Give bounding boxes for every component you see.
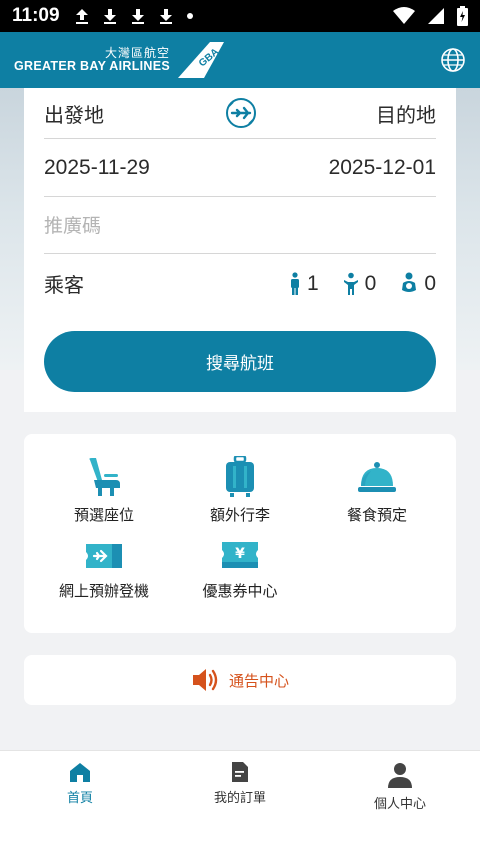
nav-label: 首頁 [66,791,93,806]
download-icon [159,9,172,24]
dot-icon [186,13,193,19]
nav-my-orders[interactable]: 我的訂單 [180,761,300,806]
app-header: 大灣區航空 GREATER BAY AIRLINES GBA [0,32,480,88]
upload-icon [75,9,88,24]
signal-icon [428,8,444,24]
service-label: 額外行李 [209,506,270,524]
coupon-center-item[interactable]: ¥ 優惠券中心 [175,538,305,601]
promo-row [44,198,436,254]
airline-logo: 大灣區航空 GREATER BAY AIRLINES GBA [14,40,226,80]
child-count[interactable]: 0 [343,271,377,296]
destination-field[interactable]: 目的地 [376,99,436,128]
coupon-icon: ¥ [222,542,258,568]
nav-label: 我的訂單 [213,791,266,806]
dates-row: 2025-11-29 2025-12-01 [44,140,436,197]
wifi-icon [393,7,415,24]
home-icon [70,763,90,782]
nav-profile[interactable]: 個人中心 [340,761,460,812]
nav-label: 個人中心 [373,797,426,812]
document-icon [232,762,248,782]
status-time: 11:09 [12,5,60,26]
service-label: 優惠券中心 [202,582,278,600]
infant-count-value: 0 [424,271,436,295]
seat-selection-item[interactable]: 預選座位 [39,456,169,525]
svg-text:¥: ¥ [235,546,245,562]
swap-route-icon[interactable] [224,96,258,130]
battery-icon [457,6,468,26]
logo-chinese-name: 大灣區航空 [105,45,171,60]
logo-tail-icon: GBA [178,42,225,78]
adult-count-value: 1 [306,271,319,295]
meal-booking-item[interactable]: 餐食預定 [312,456,442,525]
nav-home[interactable]: 首頁 [20,761,140,806]
luggage-icon [226,456,254,497]
search-flights-button[interactable]: 搜尋航班 [44,331,436,392]
child-count-value: 0 [364,271,377,295]
infant-count[interactable]: 0 [400,272,436,296]
seat-icon [89,458,120,496]
speaker-icon [192,669,218,691]
depart-date-field[interactable]: 2025-11-29 [44,156,150,180]
notice-center-button[interactable]: 通告中心 [24,655,456,705]
meal-cloche-icon [358,462,396,492]
notice-label: 通告中心 [228,671,289,690]
download-icon [131,9,144,24]
globe-icon[interactable] [440,47,466,73]
adult-count[interactable]: 1 [289,272,319,296]
promo-code-input[interactable] [44,214,436,237]
extra-baggage-item[interactable]: 額外行李 [175,456,305,525]
service-label: 網上預辦登機 [58,582,149,600]
origin-field[interactable]: 出發地 [44,99,104,128]
route-row: 出發地 目的地 [44,88,436,139]
child-icon [343,272,358,295]
service-label: 預選座位 [73,506,134,524]
download-icon [103,9,116,24]
services-card: 預選座位 額外行李 餐食預定 網上預辦登機 ¥ 優惠券中心 [24,434,456,633]
logo-english-name: GREATER BAY AIRLINES [14,58,171,73]
boarding-ticket-icon [86,544,122,568]
flight-search-card: 出發地 目的地 2025-11-29 2025-12-01 乘客 1 0 0 [24,88,456,412]
service-label: 餐食預定 [346,506,407,524]
passenger-row[interactable]: 乘客 1 0 0 [44,255,436,312]
adult-icon [290,271,299,295]
status-bar: 11:09 [0,0,480,32]
return-date-field[interactable]: 2025-12-01 [329,156,436,180]
infant-icon [402,272,417,292]
passenger-label: 乘客 [44,273,84,297]
bottom-navigation: 首頁 我的訂單 個人中心 [0,750,480,853]
online-checkin-item[interactable]: 網上預辦登機 [39,538,169,601]
person-icon [388,763,412,788]
